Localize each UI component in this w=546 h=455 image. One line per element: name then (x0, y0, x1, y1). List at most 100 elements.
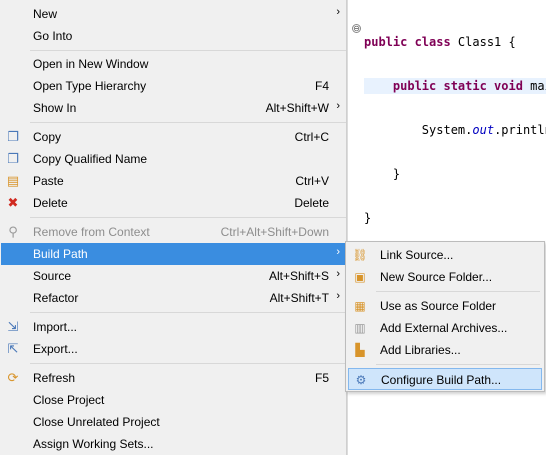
shortcut-label: Delete (294, 196, 329, 210)
shortcut-label: Alt+Shift+W (265, 101, 329, 115)
menu-item-import[interactable]: ⇲ Import... (1, 316, 345, 338)
submenu-item-label: Add External Archives... (380, 321, 508, 335)
submenu-item-use-as-source-folder[interactable]: ▦ Use as Source Folder (348, 295, 542, 317)
menu-separator (30, 363, 346, 364)
code-token: mai (530, 79, 546, 93)
copy-icon: ❐ (7, 129, 19, 144)
code-line: System.out.println (364, 122, 546, 138)
add-libraries-icon: ▙ (355, 343, 365, 357)
menu-separator (30, 217, 346, 218)
menu-item-build-path[interactable]: Build Path › (1, 243, 345, 265)
menu-item-new[interactable]: New › (1, 3, 345, 25)
menu-item-show-in[interactable]: Show In Alt+Shift+W › (1, 97, 345, 119)
menu-item-label: Refactor (33, 291, 79, 305)
link-source-icon: ⛓ (352, 248, 368, 262)
submenu-arrow-icon: › (336, 100, 340, 112)
menu-item-label: Copy (33, 130, 62, 144)
submenu-separator (376, 291, 540, 292)
use-source-folder-icon: ▦ (354, 299, 366, 313)
menu-item-label: Open Type Hierarchy (33, 79, 147, 93)
code-token: } (364, 211, 372, 225)
menu-item-label: Remove from Context (33, 225, 150, 239)
fold-marker-icon[interactable]: ⊖ (352, 24, 361, 33)
submenu-arrow-icon: › (336, 246, 340, 258)
submenu-item-label: Add Libraries... (380, 343, 461, 357)
menu-item-close-project[interactable]: Close Project (1, 389, 345, 411)
menu-item-close-unrelated-project[interactable]: Close Unrelated Project (1, 411, 345, 433)
menu-item-delete[interactable]: ✖ Delete Delete (1, 192, 345, 214)
keyword-token: public class (364, 35, 458, 49)
shortcut-label: Alt+Shift+T (269, 291, 329, 305)
menu-item-label: Copy Qualified Name (33, 152, 148, 166)
submenu-arrow-icon: › (336, 290, 340, 302)
menu-item-export[interactable]: ⇱ Export... (1, 338, 345, 360)
context-menu: New › Go Into Open in New Window Open Ty… (0, 0, 347, 455)
code-line: } (364, 210, 546, 226)
menu-item-label: Build Path (33, 247, 88, 261)
menu-item-label: New (33, 7, 58, 21)
menu-item-label: Import... (33, 320, 78, 334)
new-source-folder-icon: ▣ (354, 270, 366, 284)
shortcut-label: Ctrl+V (295, 174, 329, 188)
code-token: Class1 { (457, 35, 516, 49)
build-path-submenu: ⛓ Link Source... ▣ New Source Folder... … (345, 241, 545, 392)
menu-item-remove-from-context: ⚲ Remove from Context Ctrl+Alt+Shift+Dow… (1, 221, 345, 243)
submenu-arrow-icon: › (336, 6, 340, 18)
field-token: out (472, 123, 495, 137)
submenu-item-add-external-archives[interactable]: ▥ Add External Archives... (348, 317, 542, 339)
configure-build-path-icon: ⚙ (355, 373, 367, 387)
submenu-item-label: Use as Source Folder (380, 299, 497, 313)
remove-context-icon: ⚲ (8, 224, 18, 239)
menu-item-refresh[interactable]: ⟳ Refresh F5 (1, 367, 345, 389)
code-token: } (364, 167, 401, 181)
menu-item-label: Show In (33, 101, 77, 115)
shortcut-label: Ctrl+C (294, 130, 329, 144)
code-line: } (364, 166, 546, 182)
menu-item-label: Close Project (33, 393, 105, 407)
menu-item-label: Export... (33, 342, 78, 356)
menu-item-copy-qualified-name[interactable]: ❐ Copy Qualified Name (1, 148, 345, 170)
submenu-item-new-source-folder[interactable]: ▣ New Source Folder... (348, 266, 542, 288)
shortcut-label: F5 (314, 371, 329, 385)
menu-separator (30, 312, 346, 313)
menu-item-copy[interactable]: ❐ Copy Ctrl+C (1, 126, 345, 148)
submenu-separator (376, 364, 540, 365)
menu-item-label: Assign Working Sets... (33, 437, 154, 451)
menu-separator (30, 50, 346, 51)
menu-item-label: Close Unrelated Project (33, 415, 160, 429)
menu-item-source[interactable]: Source Alt+Shift+S › (1, 265, 345, 287)
menu-item-label: Refresh (33, 371, 76, 385)
code-token: System. (364, 123, 473, 137)
menu-item-assign-working-sets[interactable]: Assign Working Sets... (1, 433, 345, 455)
submenu-item-label: Link Source... (380, 248, 454, 262)
menu-item-label: Source (33, 269, 72, 283)
keyword-token: public static void (364, 79, 531, 93)
menu-item-label: Paste (33, 174, 64, 188)
submenu-arrow-icon: › (336, 268, 340, 280)
submenu-item-add-libraries[interactable]: ▙ Add Libraries... (348, 339, 542, 361)
menu-item-open-type-hierarchy[interactable]: Open Type Hierarchy F4 (1, 75, 345, 97)
shortcut-label: F4 (314, 79, 329, 93)
menu-separator (30, 122, 346, 123)
export-icon: ⇱ (7, 341, 19, 356)
menu-item-go-into[interactable]: Go Into (1, 25, 345, 47)
paste-icon: ▤ (6, 173, 20, 188)
refresh-icon: ⟳ (7, 370, 19, 385)
menu-item-label: Open in New Window (33, 57, 149, 71)
code-line: public static void mai (364, 78, 546, 94)
menu-item-refactor[interactable]: Refactor Alt+Shift+T › (1, 287, 345, 309)
delete-icon: ✖ (7, 195, 19, 210)
submenu-item-configure-build-path[interactable]: ⚙ Configure Build Path... (348, 368, 542, 390)
code-text: public class Class1 { public static void… (364, 6, 546, 254)
submenu-item-label: Configure Build Path... (381, 373, 502, 387)
shortcut-label: Alt+Shift+S (268, 269, 329, 283)
menu-item-paste[interactable]: ▤ Paste Ctrl+V (1, 170, 345, 192)
code-line: public class Class1 { (364, 34, 546, 50)
add-external-archives-icon: ▥ (354, 321, 366, 335)
submenu-item-label: New Source Folder... (380, 270, 493, 284)
submenu-item-link-source[interactable]: ⛓ Link Source... (348, 244, 542, 266)
shortcut-label: Ctrl+Alt+Shift+Down (220, 225, 329, 239)
menu-item-label: Delete (33, 196, 68, 210)
copy-qualified-icon: ❐ (7, 151, 19, 166)
menu-item-open-in-new-window[interactable]: Open in New Window (1, 53, 345, 75)
